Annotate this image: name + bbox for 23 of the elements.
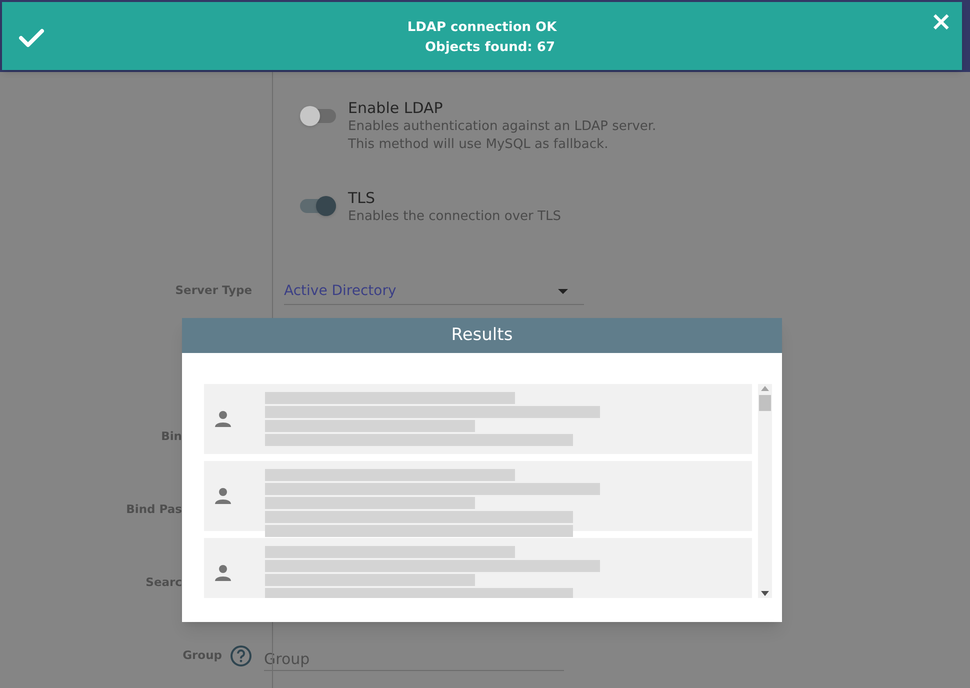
- checkmark-icon: [19, 28, 44, 48]
- dialog-title: Results: [182, 318, 782, 353]
- notification-message: Objects found: 67: [424, 39, 556, 57]
- notification-title: LDAP connection OK: [407, 19, 557, 37]
- toggle-description: Enables the connection over TLS: [348, 208, 561, 226]
- toggle-description: Enables authentication against an LDAP server. This method will use MySQL as fallback.: [348, 118, 656, 154]
- result-item[interactable]: [204, 384, 752, 454]
- dropdown-field[interactable]: Active Directory: [284, 276, 584, 304]
- toggle-label: Enable LDAP: [348, 98, 444, 118]
- scroll-down-arrow-icon[interactable]: [761, 591, 769, 596]
- toggle-switch[interactable]: [300, 196, 336, 216]
- scrollbar[interactable]: [758, 384, 772, 598]
- close-button[interactable]: ×: [930, 8, 952, 36]
- caret-icon: [558, 288, 568, 294]
- scroll-up-arrow-icon[interactable]: [761, 386, 769, 391]
- help-icon[interactable]: [230, 644, 252, 666]
- person-icon: [214, 564, 232, 582]
- person-icon: [214, 487, 232, 505]
- result-item[interactable]: [204, 538, 752, 598]
- toggle-label: TLS: [348, 188, 376, 208]
- person-icon: [214, 410, 232, 428]
- toggle-switch[interactable]: [300, 106, 336, 126]
- scroll-thumb[interactable]: [759, 395, 771, 411]
